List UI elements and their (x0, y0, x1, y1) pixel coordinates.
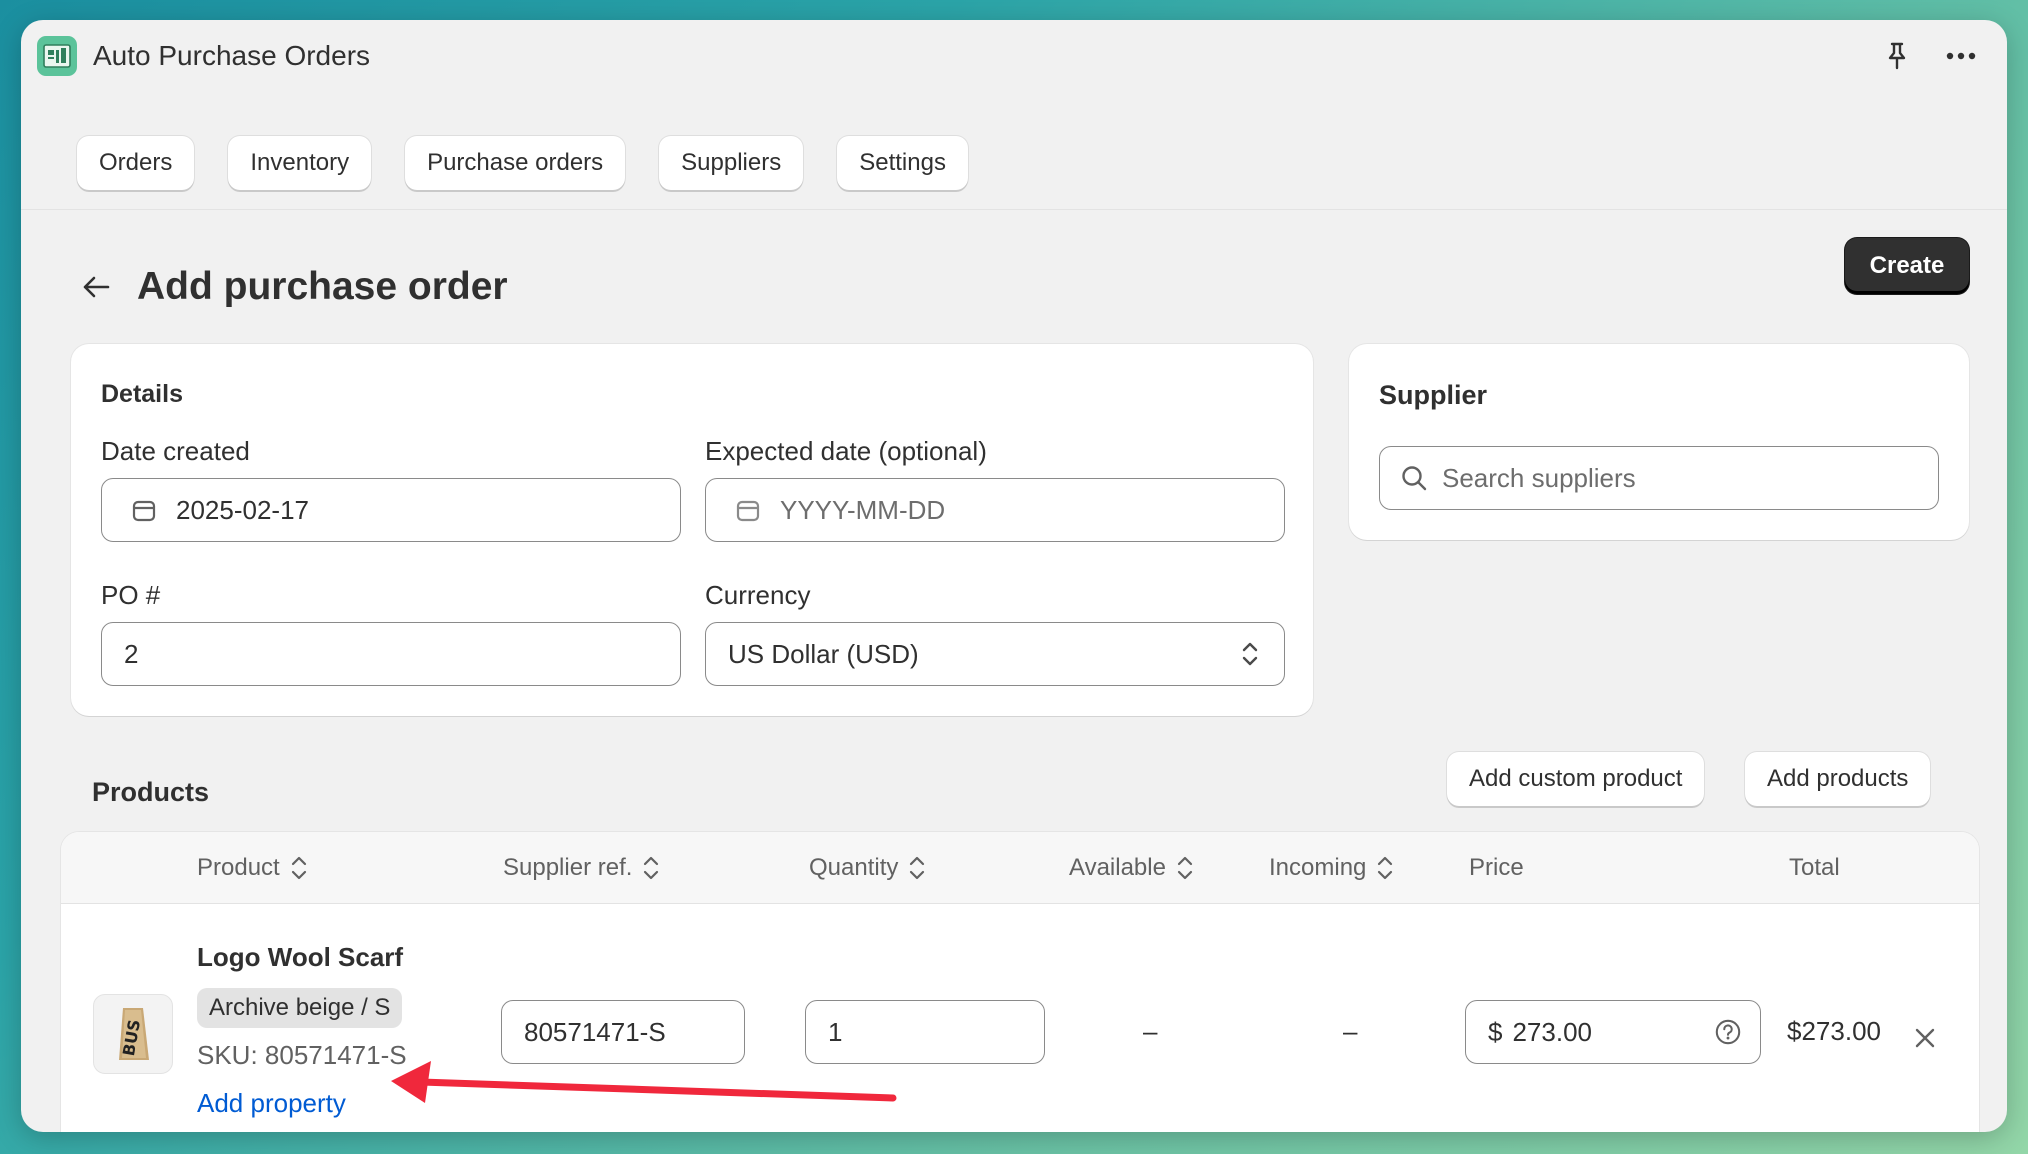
nav-inventory[interactable]: Inventory (228, 136, 372, 190)
app-title: Auto Purchase Orders (93, 40, 371, 71)
page-title: Add purchase order (137, 265, 508, 308)
col-quantity-label: Quantity (809, 854, 899, 881)
variant-badge: Archive beige / S (197, 988, 403, 1028)
pin-icon[interactable] (1879, 38, 1915, 74)
currency-value: US Dollar (USD) (728, 638, 919, 669)
add-custom-product-button[interactable]: Add custom product (1447, 752, 1705, 806)
sort-icon (290, 854, 308, 882)
col-total: Total (1789, 832, 1840, 904)
product-thumbnail: BUS (93, 994, 173, 1074)
supplier-heading: Supplier (1379, 380, 1488, 410)
po-number-value: 2 (124, 638, 139, 669)
title-bar: Auto Purchase Orders (21, 20, 2007, 92)
products-heading: Products (92, 777, 210, 807)
expected-date-placeholder: YYYY-MM-DD (780, 494, 946, 525)
col-available[interactable]: Available (1069, 832, 1194, 904)
date-created-label: Date created (101, 436, 250, 466)
sort-icon (1376, 854, 1394, 882)
price-value: 273.00 (1512, 1016, 1592, 1047)
col-price-label: Price (1469, 854, 1524, 881)
po-number-label: PO # (101, 580, 161, 610)
more-horizontal-icon[interactable] (1943, 38, 1979, 74)
app-window: Auto Purchase Orders Orders Inventory Pu… (21, 20, 2007, 1132)
nav-settings[interactable]: Settings (837, 136, 968, 190)
col-total-label: Total (1789, 854, 1840, 881)
table-header: Product Supplier ref. Quantity Available… (61, 832, 1979, 904)
col-price: Price (1469, 832, 1524, 904)
product-name[interactable]: Logo Wool Scarf (197, 942, 403, 973)
total-value: $273.00 (1787, 1016, 1881, 1046)
available-value: – (1143, 1016, 1158, 1046)
calendar-icon (734, 496, 762, 524)
col-supplier-ref[interactable]: Supplier ref. (503, 832, 660, 904)
incoming-value: – (1343, 1016, 1358, 1046)
details-card: Details Date created 2025-02-17 Expected… (71, 344, 1313, 716)
supplier-card: Supplier Search suppliers (1349, 344, 1969, 540)
col-product-label: Product (197, 854, 280, 881)
add-products-button[interactable]: Add products (1745, 752, 1931, 806)
sort-icon (1176, 854, 1194, 882)
add-property-link[interactable]: Add property (197, 1088, 346, 1119)
expected-date-label: Expected date (optional) (705, 436, 987, 466)
supplier-ref-value: 80571471-S (524, 1016, 666, 1047)
nav-orders[interactable]: Orders (77, 136, 195, 190)
col-incoming[interactable]: Incoming (1269, 832, 1394, 904)
supplier-ref-input[interactable]: 80571471-S (501, 1000, 745, 1064)
currency-select[interactable]: US Dollar (USD) (705, 622, 1285, 686)
col-incoming-label: Incoming (1269, 854, 1367, 881)
expected-date-field[interactable]: YYYY-MM-DD (705, 478, 1285, 542)
sort-icon (908, 854, 926, 882)
col-quantity[interactable]: Quantity (809, 832, 926, 904)
top-nav: Orders Inventory Purchase orders Supplie… (21, 92, 2007, 210)
search-icon (1400, 464, 1428, 492)
supplier-search-placeholder: Search suppliers (1442, 462, 1636, 493)
price-input[interactable]: $ 273.00 (1465, 1000, 1761, 1064)
supplier-search-input[interactable]: Search suppliers (1379, 446, 1939, 510)
currency-label: Currency (705, 580, 811, 610)
product-sku: SKU: 80571471-S (197, 1040, 407, 1070)
col-product[interactable]: Product (197, 832, 308, 904)
nav-suppliers[interactable]: Suppliers (659, 136, 804, 190)
details-heading: Details (101, 380, 183, 408)
calendar-icon (130, 496, 158, 524)
quantity-input[interactable]: 1 (805, 1000, 1045, 1064)
sort-icon (642, 854, 660, 882)
nav-purchase-orders[interactable]: Purchase orders (405, 136, 626, 190)
close-icon[interactable] (1907, 1020, 1943, 1056)
date-created-value: 2025-02-17 (176, 494, 309, 525)
products-table: Product Supplier ref. Quantity Available… (61, 832, 1979, 1132)
po-number-field[interactable]: 2 (101, 622, 681, 686)
page-header: Add purchase order (81, 252, 508, 322)
col-available-label: Available (1069, 854, 1166, 881)
date-created-field[interactable]: 2025-02-17 (101, 478, 681, 542)
help-circle-icon[interactable] (1714, 1018, 1742, 1046)
quantity-value: 1 (828, 1016, 843, 1047)
app-logo-icon (37, 36, 77, 76)
price-currency-prefix: $ (1488, 1016, 1503, 1047)
col-supplier-ref-label: Supplier ref. (503, 854, 633, 881)
create-button[interactable]: Create (1845, 238, 1969, 294)
select-chevron-icon (1236, 640, 1264, 668)
arrow-left-icon[interactable] (81, 269, 117, 305)
